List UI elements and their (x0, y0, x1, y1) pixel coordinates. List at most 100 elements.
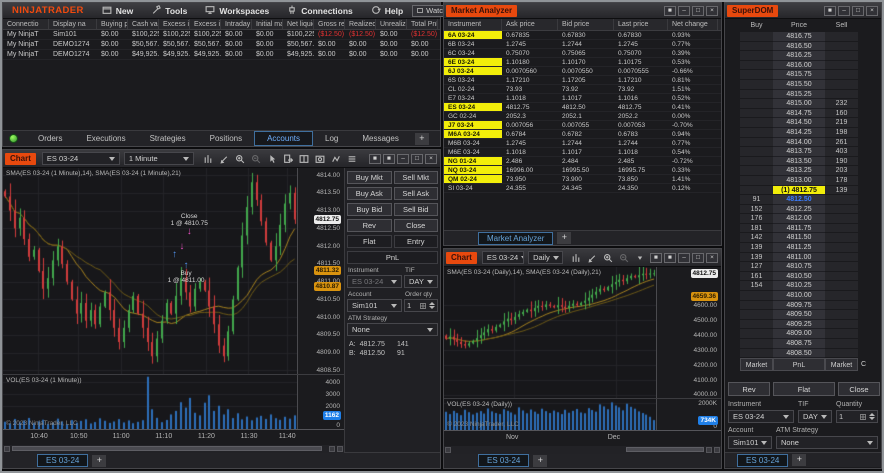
chart-scrollbar[interactable] (444, 446, 721, 454)
add-tab-button[interactable]: + (792, 454, 806, 466)
close-button[interactable]: × (866, 6, 878, 16)
price-cell[interactable]: (1) 4812.75 (773, 186, 825, 196)
scroll-end-button[interactable] (337, 446, 343, 452)
menu-item-connections[interactable]: Connections (278, 3, 361, 19)
column-header[interactable]: Net liquid (283, 19, 314, 29)
tab-positions[interactable]: Positions (198, 131, 254, 146)
price-cell[interactable]: 4810.00 (773, 291, 825, 301)
column-header[interactable]: Total PnL (407, 19, 438, 29)
instrument-row[interactable]: NG 01-242.4862.4842.485-0.72% (444, 157, 721, 166)
price-cell[interactable]: 4814.50 (773, 118, 825, 128)
buy-cell[interactable]: 161 (740, 272, 773, 282)
buy-cell[interactable]: 91 (740, 195, 773, 205)
zoom-in-icon[interactable] (601, 251, 615, 265)
instrument-link-button[interactable]: ■ (650, 253, 662, 263)
buy-cell[interactable]: 139 (740, 243, 773, 253)
price-cell[interactable]: 4814.75 (773, 109, 825, 119)
buy-cell[interactable] (740, 157, 773, 167)
buy-cell[interactable] (740, 80, 773, 90)
control-center-titlebar[interactable]: NINJATRADER NewToolsWorkspacesConnection… (3, 3, 440, 19)
tab-executions[interactable]: Executions (74, 131, 137, 146)
column-header[interactable]: Intraday r (221, 19, 252, 29)
price-cell[interactable]: 4814.00 (773, 138, 825, 148)
chart-instrument-select[interactable]: ES 03-24 (42, 152, 120, 165)
buy-cell[interactable] (740, 90, 773, 100)
chart-interval-select[interactable]: 1 Minute (124, 152, 194, 165)
price-cell[interactable]: 4810.25 (773, 281, 825, 291)
close-button[interactable]: × (706, 253, 718, 263)
maximize-button[interactable]: □ (852, 6, 864, 16)
sell-cell[interactable]: 178 (825, 176, 858, 186)
minimize-button[interactable]: – (678, 6, 690, 16)
buy-cell[interactable] (740, 301, 773, 311)
buy-cell[interactable]: 181 (740, 224, 773, 234)
buy-cell[interactable] (740, 51, 773, 61)
interval-link-button[interactable]: ■ (383, 154, 395, 164)
instrument-row[interactable]: M6E 03-241.10181.10171.10180.54% (444, 148, 721, 157)
buy-cell[interactable] (740, 176, 773, 186)
sell-cell[interactable] (825, 32, 858, 42)
pnl-button[interactable]: PnL (347, 251, 438, 264)
chart-style-icon[interactable] (201, 152, 215, 166)
pnl-column-button[interactable]: PnL (773, 358, 825, 371)
market-analyzer-tab[interactable]: Market Analyzer (478, 232, 553, 245)
sell-cell[interactable] (825, 301, 858, 311)
sell-cell[interactable]: 261 (825, 138, 858, 148)
tab-accounts[interactable]: Accounts (254, 131, 313, 146)
dom-tif-select[interactable]: DAY (798, 410, 832, 423)
instrument-row[interactable]: CL 02-2473.9373.9273.921.51% (444, 85, 721, 94)
price-cell[interactable]: 4813.75 (773, 147, 825, 157)
sell-cell[interactable]: 190 (825, 157, 858, 167)
qty-stepper[interactable] (429, 302, 435, 309)
volume-axis[interactable]: 40003000200001162 (297, 375, 342, 429)
scrollbar-thumb[interactable] (626, 447, 704, 452)
price-axis[interactable]: 4814.004813.504813.004812.504812.004811.… (297, 168, 342, 374)
snapshot-icon[interactable] (313, 152, 327, 166)
chart-tab-es0324[interactable]: ES 03-24 (478, 454, 529, 467)
buy-cell[interactable]: 152 (740, 205, 773, 215)
column-header[interactable]: Last price (614, 19, 668, 30)
column-header[interactable]: Connectio (3, 19, 49, 29)
sell-cell[interactable]: 203 (825, 166, 858, 176)
price-cell[interactable]: 4811.00 (773, 253, 825, 263)
buy-ask-button[interactable]: Buy Ask (347, 187, 392, 200)
zoom-out-icon[interactable] (617, 251, 631, 265)
buy-mkt-button[interactable]: Buy Mkt (347, 171, 392, 184)
price-cell[interactable]: 4810.75 (773, 262, 825, 272)
price-cell[interactable]: 4813.00 (773, 176, 825, 186)
instrument-row[interactable]: E7 03-241.10181.10171.10160.52% (444, 94, 721, 103)
buy-cell[interactable] (740, 32, 773, 42)
sell-mkt-button[interactable]: Sell Mkt (394, 171, 439, 184)
price-pane[interactable]: SMA(ES 03-24 (1 Minute),14), SMA(ES 03-2… (3, 168, 297, 374)
rev-button[interactable]: Rev (347, 219, 392, 232)
scroll-right-button[interactable] (329, 446, 335, 452)
dom-quantity-field[interactable]: 1 (836, 410, 878, 423)
price-cell[interactable]: 4816.00 (773, 61, 825, 71)
instrument-row[interactable]: M6A 03-240.67840.67820.67830.94% (444, 130, 721, 139)
price-cell[interactable]: 4816.25 (773, 51, 825, 61)
buy-cell[interactable]: 127 (740, 262, 773, 272)
sell-cell[interactable] (825, 291, 858, 301)
table-row[interactable]: My NinjaTDEMO1274$0.00$49,925.86$49,925.… (3, 50, 440, 60)
draw-icon[interactable] (217, 152, 231, 166)
buy-cell[interactable] (740, 320, 773, 330)
price-cell[interactable]: 4813.50 (773, 157, 825, 167)
trader-instrument-select[interactable]: ES 03-24 (347, 275, 402, 288)
add-tab-button[interactable]: + (557, 232, 571, 244)
sell-cell[interactable] (825, 349, 858, 359)
sell-cell[interactable] (825, 42, 858, 52)
price-cell[interactable]: 4809.50 (773, 310, 825, 320)
column-header[interactable]: Unrealize (376, 19, 407, 29)
price-cell[interactable]: 4811.50 (773, 233, 825, 243)
sell-cell[interactable] (825, 233, 858, 243)
column-header[interactable]: Gross real (314, 19, 345, 29)
column-header[interactable]: Initial mar (252, 19, 283, 29)
price-cell[interactable]: 4809.75 (773, 301, 825, 311)
instrument-row[interactable]: NQ 03-2416996.0016995.5016995.750.33% (444, 166, 721, 175)
column-header[interactable]: Instrument (444, 19, 502, 30)
trader-account-select[interactable]: Sim101 (347, 299, 402, 312)
buy-cell[interactable] (740, 128, 773, 138)
price-cell[interactable]: 4812.50 (773, 195, 825, 205)
price-cell[interactable]: 4815.25 (773, 90, 825, 100)
buy-cell[interactable] (740, 329, 773, 339)
